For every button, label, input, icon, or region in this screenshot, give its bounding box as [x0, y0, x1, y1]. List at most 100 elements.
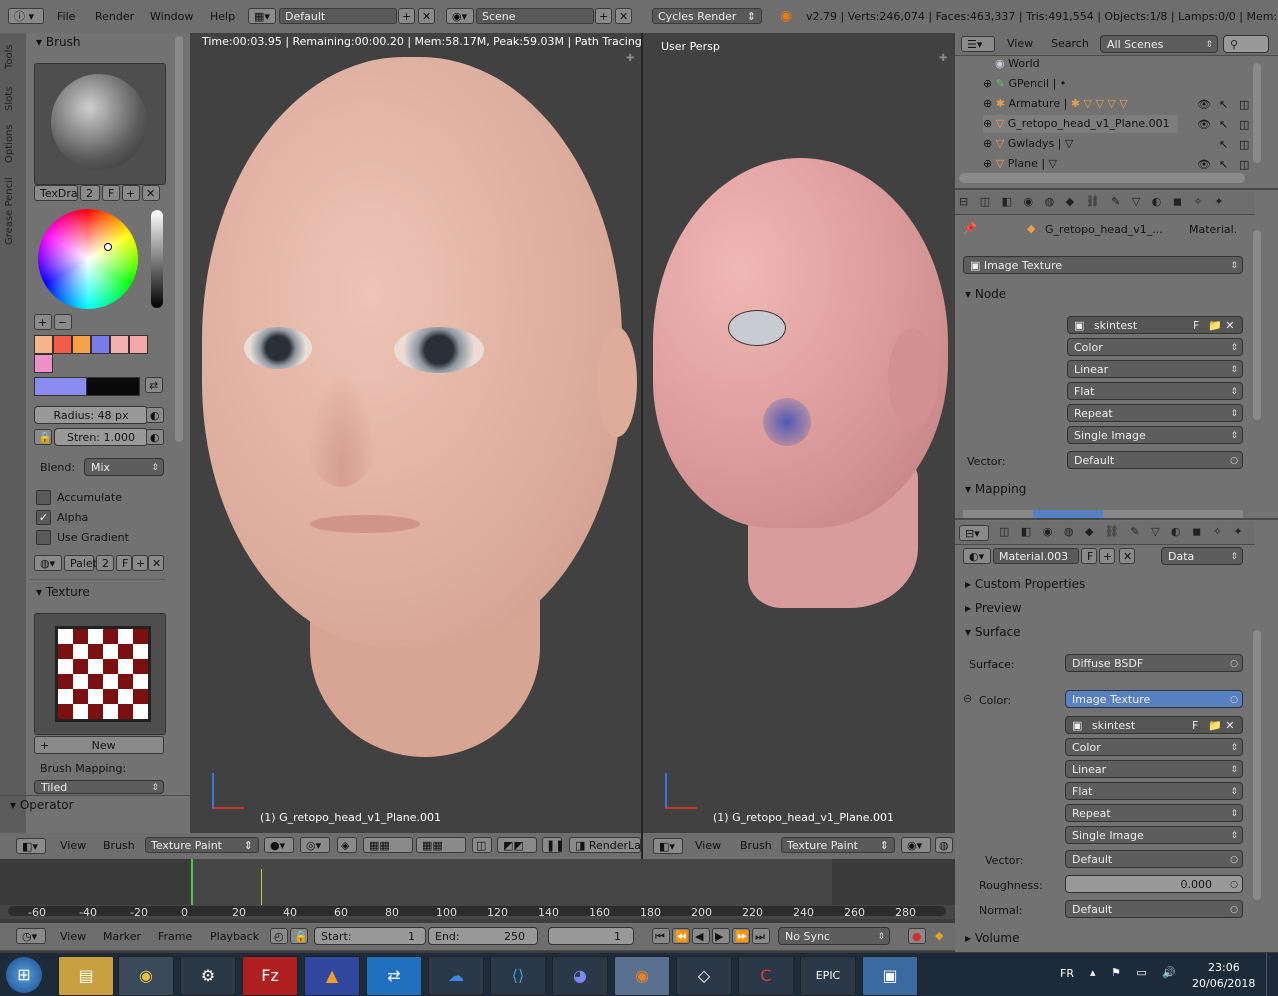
selectable-cursor-icons[interactable]: ↖ ↖ ↖ ↖	[1219, 95, 1228, 175]
jump-end-button[interactable]: ⏭	[752, 928, 770, 944]
end-frame-field[interactable]: End: 250	[428, 927, 538, 945]
color-input-field[interactable]: Image Texture ○	[1065, 690, 1243, 708]
secondary-color-swatch[interactable]	[86, 377, 140, 396]
tab-tools[interactable]: Tools	[4, 29, 15, 69]
node-projection-dropdown[interactable]: Flat ⇕	[1067, 382, 1243, 400]
lock-range-button[interactable]: 🔒	[290, 928, 308, 944]
mode-dropdown-right[interactable]: Texture Paint ⇕	[781, 837, 895, 853]
palette-name-field[interactable]: Palet	[64, 555, 97, 571]
palette-add-button[interactable]: +	[132, 555, 148, 571]
palette-users-count[interactable]: 2	[96, 555, 114, 571]
node-section-header[interactable]: ▾ Node	[965, 287, 1006, 301]
viewport-right-editor-type-button[interactable]: ◧▾	[653, 838, 683, 854]
node-interpolation-dropdown[interactable]: Linear ⇕	[1067, 360, 1243, 378]
color-space-dropdown[interactable]: Color ⇕	[1065, 738, 1243, 756]
normal-field[interactable]: Default ○	[1065, 900, 1243, 918]
outliner-menu-search[interactable]: Search	[1051, 37, 1089, 50]
record-button[interactable]: ●	[908, 928, 926, 944]
mapping-section-header[interactable]: ▾ Mapping	[965, 482, 1026, 496]
vector-field[interactable]: Default ○	[1065, 850, 1243, 868]
properties-editor-type-button[interactable]: ⊟▾	[959, 525, 989, 541]
taskbar-photos-icon[interactable]: ▣	[862, 956, 918, 996]
render-engine-dropdown[interactable]: Cycles Render ⇕	[652, 8, 762, 24]
timeline-area[interactable]: -60 -40 -20 0 20 40 60 80 100 120 140 160 180 200 220 2…	[0, 859, 955, 919]
radius-lock-button[interactable]: 🔒	[34, 429, 52, 445]
layout-remove-button[interactable]: ✕	[418, 8, 435, 24]
pin-icon[interactable]: 📌	[963, 222, 977, 235]
color-picker-handle[interactable]	[104, 243, 112, 251]
operator-panel-header[interactable]: ▾ Operator	[10, 798, 74, 812]
brush-preview[interactable]	[34, 63, 166, 185]
breadcrumb-material[interactable]: Material.	[1189, 223, 1237, 236]
pause-render-button[interactable]: ❚❚	[542, 837, 564, 853]
info-editor-button[interactable]: ⓘ ▾	[8, 8, 44, 24]
material-link-dropdown[interactable]: Data ⇕	[1161, 547, 1243, 565]
taskbar-onedrive-icon[interactable]: ☁	[428, 956, 484, 996]
start-button[interactable]: ⊞	[6, 957, 42, 993]
interpolation-dropdown[interactable]: Linear ⇕	[1065, 760, 1243, 778]
node-color-dropdown[interactable]: Color ⇕	[1067, 338, 1243, 356]
viewport-split-handle-right[interactable]: ✚	[939, 53, 947, 64]
node-image-fake[interactable]: F	[1193, 317, 1199, 335]
sync-dropdown[interactable]: No Sync ⇕	[778, 927, 890, 945]
tab-options[interactable]: Options	[4, 103, 15, 163]
jump-keyframe-back-button[interactable]: ⏪	[672, 928, 690, 944]
properties-tab-icons[interactable]: ⊟ ◫ ◧ ◉ ◍ ◆ ⛓ ✎ ▽ ◐ ◼ ✧ ✦	[959, 195, 1227, 208]
taskbar-steam-icon[interactable]: ⚙	[180, 956, 236, 996]
strength-field[interactable]: Stren: 1.000	[54, 428, 148, 446]
layers-grid-2[interactable]: ▦▦	[416, 837, 466, 853]
material-add-button[interactable]: +	[1099, 548, 1115, 564]
timeline-editor-type-button[interactable]: ◷▾	[16, 928, 46, 944]
timeline-menu-marker[interactable]: Marker	[103, 930, 141, 943]
alpha-checkbox[interactable]: ✓	[36, 510, 51, 525]
tab-grease-pencil[interactable]: Grease Pencil	[4, 155, 15, 245]
taskbar-blender-icon[interactable]: ◉	[614, 956, 670, 996]
radius-field[interactable]: Radius: 48 px	[34, 406, 148, 424]
palette-swatch-4[interactable]	[91, 335, 110, 354]
preview-range-button[interactable]: ◴	[270, 928, 288, 944]
brush-panel-header[interactable]: ▾ Brush	[36, 35, 80, 49]
outliner-item-armature[interactable]: ⊕ ✱ Armature | ✱ ▽ ▽ ▽ ▽	[983, 95, 1128, 113]
collapse-color-icon[interactable]: ⊖	[963, 692, 972, 705]
taskbar-epic-icon[interactable]: EPIC	[800, 956, 856, 996]
outliner-item-gpencil[interactable]: ⊕ ✎ GPencil | •	[983, 75, 1066, 93]
mode-dropdown[interactable]: Texture Paint ⇕	[145, 837, 259, 853]
surface-shader-field[interactable]: Diffuse BSDF ○	[1065, 654, 1243, 672]
outliner-item-world[interactable]: ◉ World	[995, 55, 1040, 73]
menu-file[interactable]: File	[57, 10, 75, 23]
menu-help[interactable]: Help	[210, 10, 235, 23]
outliner-editor-type-button[interactable]: ☰▾	[961, 36, 995, 52]
brush-fake-user-button[interactable]: F	[102, 185, 120, 201]
palette-swatch-7[interactable]	[34, 354, 53, 373]
taskbar-app-icon[interactable]: ▲	[304, 956, 360, 996]
image-field[interactable]: ▣ skintest F 📁 ✕	[1065, 716, 1243, 734]
preview-header[interactable]: ▸ Preview	[965, 601, 1022, 615]
viewport-right-menu-brush[interactable]: Brush	[740, 839, 772, 852]
keyframe-marker[interactable]	[261, 869, 262, 905]
scene-remove-button[interactable]: ✕	[615, 8, 632, 24]
timeline-menu-frame[interactable]: Frame	[158, 930, 192, 943]
roughness-slider[interactable]: 0.000 ○	[1065, 875, 1243, 893]
texture-paint-icon-button[interactable]: ◈	[337, 837, 357, 853]
taskbar-time[interactable]: 23:06	[1208, 961, 1240, 974]
play-button[interactable]: ▶	[712, 928, 730, 944]
palette-fake-user-button[interactable]: F	[116, 555, 132, 571]
accumulate-checkbox[interactable]	[36, 490, 51, 505]
viewport-menu-brush[interactable]: Brush	[103, 839, 135, 852]
node-image-field[interactable]: ▣ skintest F 📁 ✕	[1067, 316, 1243, 334]
projection-dropdown[interactable]: Flat ⇕	[1065, 782, 1243, 800]
taskbar-discord-icon[interactable]: ◕	[552, 956, 608, 996]
layout-field[interactable]: Default	[279, 8, 397, 24]
shading-button[interactable]: ●▾	[264, 837, 294, 853]
taskbar-ccleaner-icon[interactable]: C	[738, 956, 794, 996]
surface-header[interactable]: ▾ Surface	[965, 625, 1021, 639]
outliner-vscrollbar[interactable]	[1253, 63, 1261, 163]
current-frame-line[interactable]	[191, 859, 193, 905]
show-desktop-button[interactable]	[1266, 953, 1278, 996]
jump-start-button[interactable]: ⏮	[652, 928, 670, 944]
material-fake-user-button[interactable]: F	[1081, 548, 1097, 564]
shading-button-right[interactable]: ◉▾	[901, 837, 931, 853]
layers-grid-1[interactable]: ▦▦	[363, 837, 413, 853]
blend-dropdown[interactable]: Mix ⇕	[84, 458, 164, 476]
primary-color-swatch[interactable]	[34, 377, 88, 396]
